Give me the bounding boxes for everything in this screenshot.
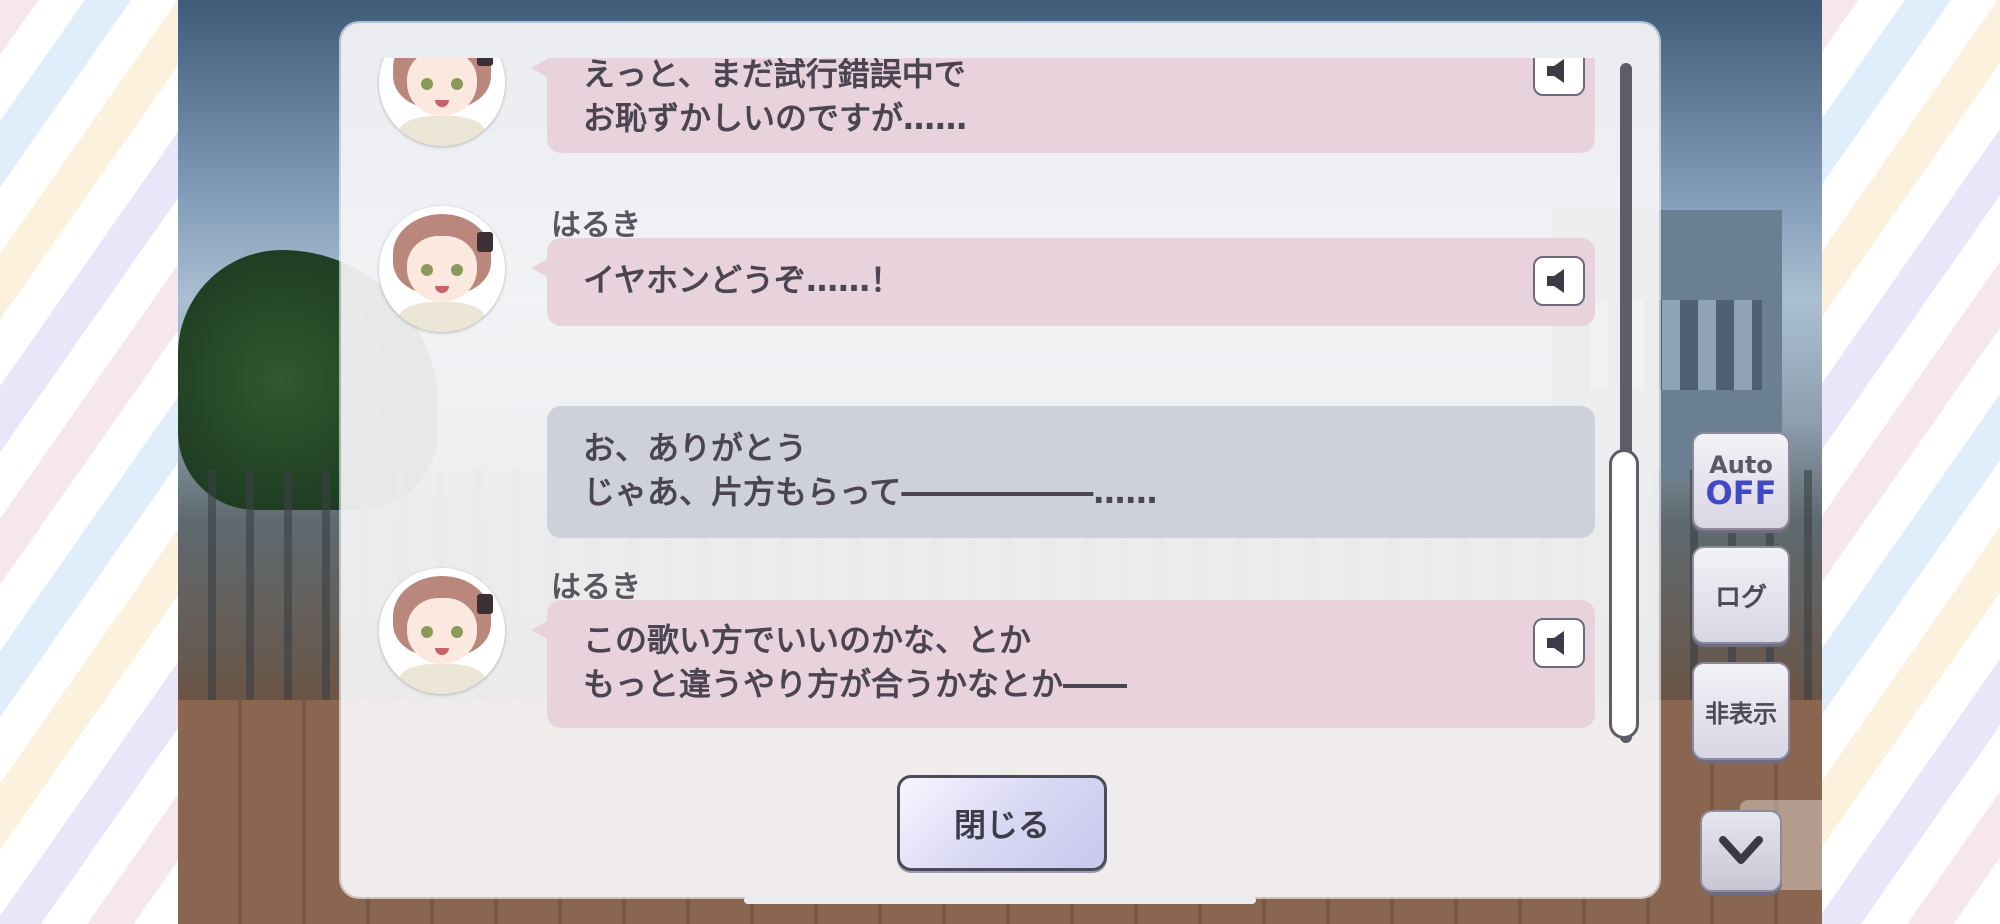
- dialog-line-1: お、ありがとう: [583, 429, 808, 467]
- voice-replay-button[interactable]: [1533, 618, 1585, 668]
- dialog-line-2: もっと違うやり方が合うかなとか――: [583, 665, 1128, 703]
- hide-ui-button[interactable]: 非表示: [1692, 662, 1790, 760]
- speaker-avatar: [379, 58, 505, 146]
- decor-stripes-left: [0, 0, 180, 924]
- dialog-log-list: えっと、まだ試行錯誤中で お恥ずかしいのですが…… はるき イヤホンどうぞ……！: [341, 58, 1659, 750]
- dialog-line-2: お恥ずかしいのですが……: [583, 99, 968, 137]
- voice-replay-button[interactable]: [1533, 256, 1585, 306]
- dialog-line-1: この歌い方でいいのかな、とか: [583, 621, 1032, 659]
- log-button[interactable]: ログ: [1692, 546, 1790, 644]
- dialog-bubble: この歌い方でいいのかな、とか もっと違うやり方が合うかなとか――: [531, 600, 1595, 728]
- dialog-log-panel: えっと、まだ試行錯誤中で お恥ずかしいのですが…… はるき イヤホンどうぞ……！: [341, 23, 1659, 897]
- log-scrollbar-thumb[interactable]: [1609, 449, 1639, 739]
- hide-label: 非表示: [1705, 699, 1777, 728]
- log-label: ログ: [1714, 582, 1767, 613]
- speaker-icon: [1547, 269, 1564, 293]
- decor-stripes-right: [1820, 0, 2000, 924]
- speaker-avatar: [379, 206, 505, 332]
- auto-state: OFF: [1705, 474, 1777, 512]
- auto-toggle-button[interactable]: Auto OFF: [1692, 432, 1790, 530]
- speaker-icon: [1547, 59, 1564, 83]
- voice-replay-button[interactable]: [1533, 58, 1585, 96]
- player-bubble: お、ありがとう じゃあ、片方もらって――――――……: [547, 406, 1595, 538]
- dialog-line-1: えっと、まだ試行錯誤中で: [583, 58, 966, 93]
- speaker-icon: [1547, 631, 1564, 655]
- dialog-line-1: イヤホンどうぞ……！: [583, 261, 903, 299]
- chevron-down-icon: [1719, 836, 1763, 864]
- dialog-line-2: じゃあ、片方もらって――――――……: [583, 473, 1158, 511]
- scroll-down-button[interactable]: [1700, 810, 1782, 892]
- speaker-avatar: [379, 568, 505, 694]
- dialog-bubble: イヤホンどうぞ……！: [531, 238, 1595, 326]
- close-button[interactable]: 閉じる: [897, 775, 1107, 871]
- dialog-bubble: えっと、まだ試行錯誤中で お恥ずかしいのですが……: [531, 58, 1595, 153]
- panel-bottom-strip: [744, 896, 1256, 904]
